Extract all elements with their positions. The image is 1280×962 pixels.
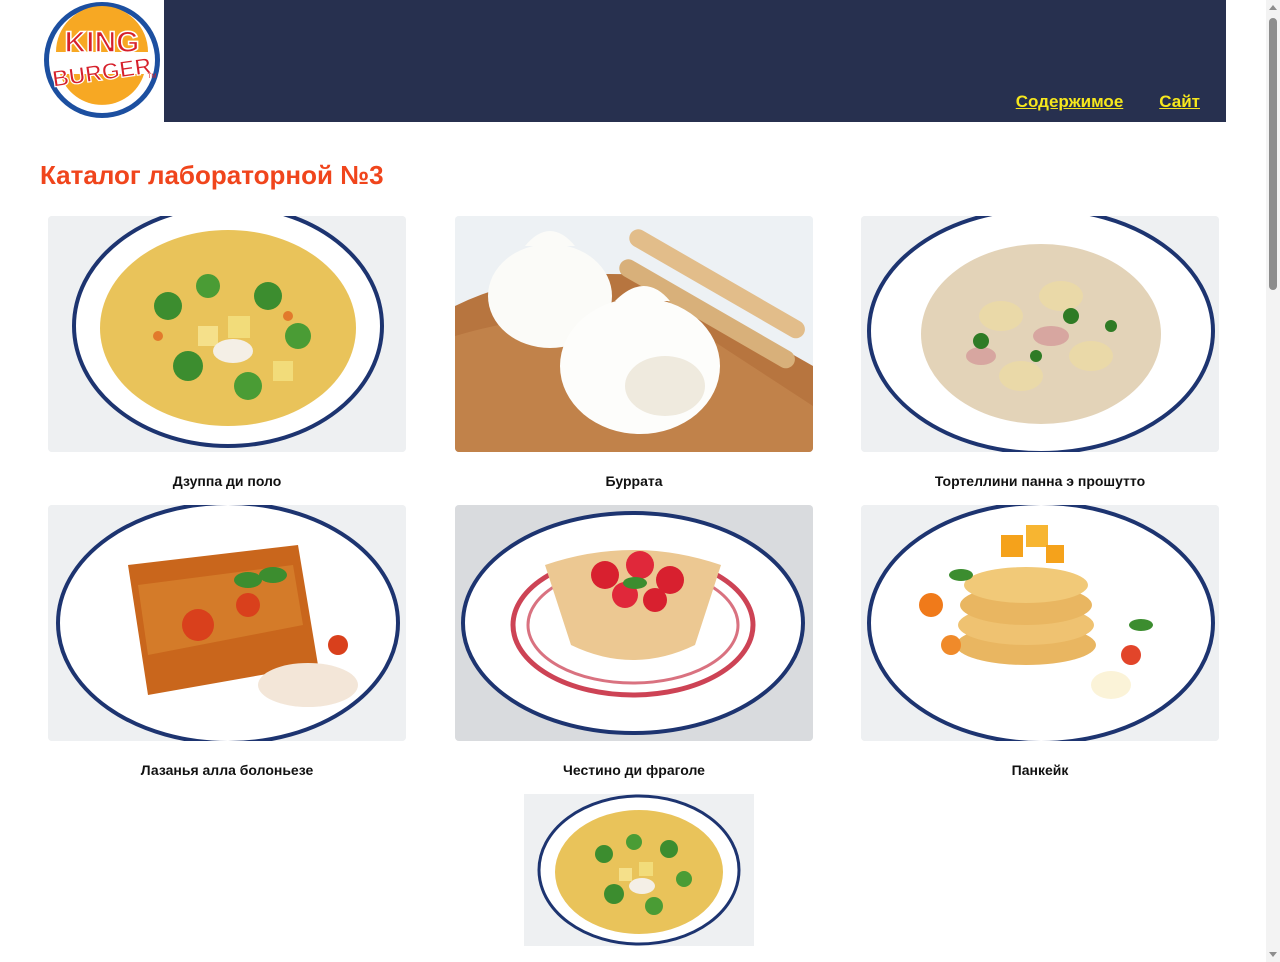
nav-link-site[interactable]: Сайт	[1159, 92, 1200, 112]
dish-name: Тортеллини панна э прошутто	[934, 473, 1146, 489]
dish-name: Лазанья алла болоньезе	[140, 762, 314, 778]
vertical-scrollbar[interactable]	[1266, 0, 1280, 962]
top-nav: Содержимое Сайт	[1016, 92, 1200, 112]
header-bar: Содержимое Сайт	[164, 0, 1226, 122]
dish-image-thumbnail[interactable]	[524, 794, 754, 946]
dish-name: Дзуппа ди поло	[172, 473, 282, 489]
strawberry-photo-icon	[455, 505, 813, 741]
dish-name: Буррата	[605, 473, 663, 489]
dish-image-pancakes[interactable]	[861, 505, 1219, 741]
soup-photo-icon	[48, 216, 406, 452]
logo[interactable]: KING BURGER TM	[40, 0, 164, 122]
dish-image-tortellini[interactable]	[861, 216, 1219, 452]
burrata-photo-icon	[455, 216, 813, 452]
dish-image-burrata[interactable]	[455, 216, 813, 452]
nav-link-contents[interactable]: Содержимое	[1016, 92, 1124, 112]
pancakes-photo-icon	[861, 505, 1219, 741]
lasagna-photo-icon	[48, 505, 406, 741]
scrollbar-thumb[interactable]	[1269, 18, 1277, 290]
scroll-down-arrow-icon[interactable]	[1269, 952, 1277, 957]
logo-trademark: TM	[148, 74, 157, 80]
dish-image-strawberry[interactable]	[455, 505, 813, 741]
dish-name: Панкейк	[1011, 762, 1069, 778]
logo-text-king: KING	[65, 26, 140, 59]
soup-thumbnail-photo-icon	[524, 794, 754, 946]
page: KING BURGER TM Содержимое Сайт Каталог л…	[0, 0, 1280, 962]
page-title: Каталог лабораторной №3	[40, 160, 384, 190]
king-burger-logo-icon: KING BURGER TM	[44, 2, 160, 118]
dish-name: Честино ди фраголе	[563, 762, 705, 778]
scroll-up-arrow-icon[interactable]	[1269, 5, 1277, 10]
dish-image-lasagna[interactable]	[48, 505, 406, 741]
tortellini-photo-icon	[861, 216, 1219, 452]
dish-image-soup[interactable]	[48, 216, 406, 452]
